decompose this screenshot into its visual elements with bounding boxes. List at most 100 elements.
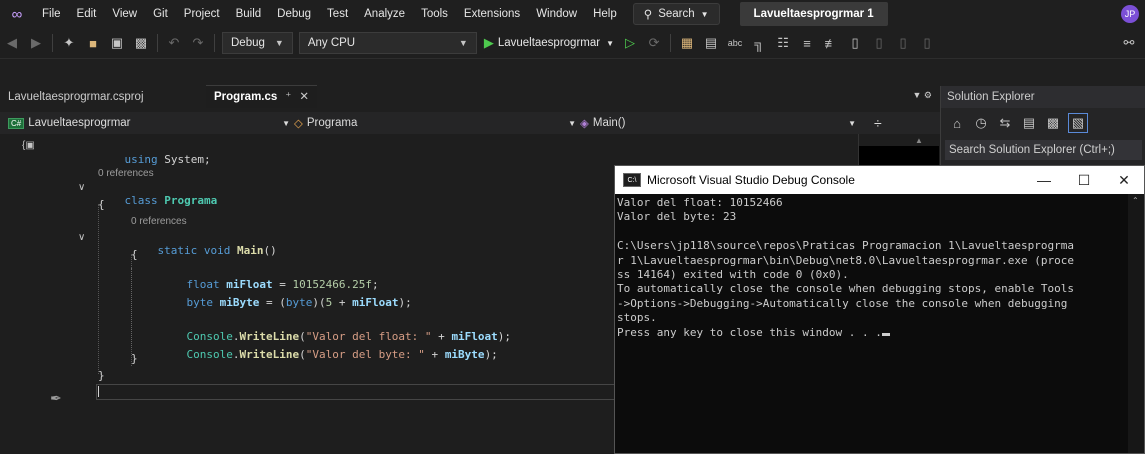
codelens-references[interactable]: 0 references xyxy=(98,168,154,179)
run-target-label: Lavueltaesprogrmar xyxy=(497,37,601,49)
close-button[interactable]: ✕ xyxy=(1104,166,1144,194)
close-icon[interactable]: ✕ xyxy=(299,86,309,108)
code-line-writeline-byte: Console.WriteLine("Valor del byte: " + m… xyxy=(160,335,498,374)
bookmark-icon[interactable]: ▯ xyxy=(846,34,864,52)
menu-analyze[interactable]: Analyze xyxy=(356,0,413,28)
next-bookmark-icon[interactable]: ▯ xyxy=(894,34,912,52)
collapse-chevron-icon[interactable]: ∨ xyxy=(78,182,85,193)
menu-edit[interactable]: Edit xyxy=(69,0,105,28)
console-title-bar[interactable]: C:\ Microsoft Visual Studio Debug Consol… xyxy=(615,166,1144,194)
pin-icon[interactable]: ⁺ xyxy=(285,86,291,108)
platform-dropdown[interactable]: Any CPU ▼ xyxy=(298,32,477,54)
console-title: Microsoft Visual Studio Debug Console xyxy=(647,173,855,187)
chevron-down-icon: ▼ xyxy=(848,118,856,128)
toolbar-separator xyxy=(157,34,158,52)
home-icon[interactable]: ⌂ xyxy=(948,114,966,132)
tab-label: Lavueltaesprogrmar.csproj xyxy=(8,91,144,103)
scroll-up-icon[interactable]: ▲ xyxy=(915,136,923,145)
scroll-thumb[interactable] xyxy=(859,146,939,166)
collapse-chevron-icon[interactable]: ∨ xyxy=(78,232,85,243)
menu-file[interactable]: File xyxy=(34,0,69,28)
avatar[interactable]: JP xyxy=(1121,5,1139,23)
history-icon[interactable]: ◷ xyxy=(972,114,990,132)
save-all-icon[interactable]: ▩ xyxy=(132,34,150,52)
window-layout-icon[interactable]: ▤ xyxy=(702,34,720,52)
codelens-references[interactable]: 0 references xyxy=(131,216,187,227)
menu-extensions[interactable]: Extensions xyxy=(456,0,528,28)
split-editor-icon[interactable]: ÷ xyxy=(874,115,882,131)
maximize-button[interactable]: ☐ xyxy=(1064,166,1104,194)
new-item-icon[interactable]: ✦ xyxy=(60,34,78,52)
start-debugging-button[interactable]: ▶ Lavueltaesprogrmar ▼ xyxy=(484,35,614,51)
play-icon: ▶ xyxy=(483,35,494,50)
code-line-brace: } xyxy=(98,369,105,382)
menu-tools[interactable]: Tools xyxy=(413,0,456,28)
namespace: System; xyxy=(164,153,211,166)
show-all-files-icon[interactable]: ▩ xyxy=(1044,114,1062,132)
console-scrollbar[interactable]: ⌃ xyxy=(1128,194,1144,453)
back-icon[interactable]: ◀ xyxy=(3,34,21,52)
search-button[interactable]: ⚲ Search ▼ xyxy=(632,3,720,25)
save-icon[interactable]: ▣ xyxy=(108,34,126,52)
solution-explorer-search-input[interactable]: Search Solution Explorer (Ctrl+;) xyxy=(945,140,1142,160)
project-name: Lavueltaesprogrmar xyxy=(28,117,131,129)
chevron-down-icon: ▼ xyxy=(458,38,468,48)
view-toggle-icon[interactable]: ▧ xyxy=(1068,113,1088,133)
menu-window[interactable]: Window xyxy=(528,0,585,28)
solution-explorer-title: Solution Explorer xyxy=(941,86,1145,108)
menu-project[interactable]: Project xyxy=(176,0,228,28)
undo-icon[interactable]: ↶ xyxy=(165,34,183,52)
console-line: ->Options->Debugging->Automatically clos… xyxy=(617,296,1068,310)
console-line-prompt: Press any key to close this window . . . xyxy=(617,326,1130,340)
code-line-class: class Programa xyxy=(98,181,218,220)
debug-console-window[interactable]: C:\ Microsoft Visual Studio Debug Consol… xyxy=(614,165,1145,454)
outdent-icon[interactable]: ≢ xyxy=(822,34,840,52)
redo-icon[interactable]: ↷ xyxy=(189,34,207,52)
quick-actions-icon[interactable]: {▣ xyxy=(22,140,35,151)
sync-icon[interactable]: ⇆ xyxy=(996,114,1014,132)
class-view-icon[interactable]: ☷ xyxy=(774,34,792,52)
menu-view[interactable]: View xyxy=(104,0,145,28)
console-line: r 1\Lavueltaesprogrmar\bin\Debug\net8.0\… xyxy=(617,253,1074,267)
hierarchy-icon[interactable]: ╗ xyxy=(750,34,768,52)
menu-test[interactable]: Test xyxy=(319,0,356,28)
configuration-dropdown[interactable]: Debug ▼ xyxy=(222,32,293,54)
tab-csproj[interactable]: Lavueltaesprogrmar.csproj xyxy=(0,86,206,108)
solution-config-icon[interactable]: ▦ xyxy=(678,34,696,52)
toolbar-separator xyxy=(214,34,215,52)
menu-git[interactable]: Git xyxy=(145,0,176,28)
chevron-down-icon: ▼ xyxy=(274,38,284,48)
collapse-all-icon[interactable]: ▤ xyxy=(1020,114,1038,132)
forward-icon[interactable]: ▶ xyxy=(27,34,45,52)
indent-icon[interactable]: ≡ xyxy=(798,34,816,52)
minimize-button[interactable]: — xyxy=(1024,166,1064,194)
menu-debug[interactable]: Debug xyxy=(269,0,319,28)
scroll-up-icon[interactable]: ⌃ xyxy=(1132,196,1139,205)
method-icon: ◈ xyxy=(580,118,589,130)
punctuation: + xyxy=(424,348,445,361)
hot-reload-icon[interactable]: ⟳ xyxy=(645,34,663,52)
visual-studio-logo-icon: ∞ xyxy=(11,5,23,23)
paint-brush-icon[interactable]: ✒ xyxy=(50,390,62,407)
share-icon[interactable]: ⚯ xyxy=(1120,34,1138,52)
console-output[interactable]: Valor del float: 10152466 Valor del byte:… xyxy=(615,194,1130,340)
menu-help[interactable]: Help xyxy=(585,0,625,28)
spell-check-icon[interactable]: abc xyxy=(726,34,744,52)
console-line: Press any key to close this window . . . xyxy=(617,325,882,339)
punctuation: )( xyxy=(312,296,326,309)
clear-bookmarks-icon[interactable]: ▯ xyxy=(918,34,936,52)
tab-overflow-dropdown[interactable]: ▼ ⚙ xyxy=(913,90,932,101)
project-dropdown[interactable]: C# Lavueltaesprogrmar ▼ xyxy=(0,112,290,134)
tab-program-cs[interactable]: Program.cs ⁺ ✕ xyxy=(206,85,317,108)
solution-name-badge[interactable]: Lavueltaesprogrmar 1 xyxy=(739,2,888,26)
class-dropdown[interactable]: ◇ Programa ▼ xyxy=(290,112,576,134)
method-name: Main xyxy=(236,244,264,257)
start-without-debugging-icon[interactable]: ▷ xyxy=(621,34,639,52)
keyword: byte xyxy=(186,296,214,309)
open-folder-icon[interactable]: ■ xyxy=(84,34,102,52)
variable: miFloat xyxy=(352,296,399,309)
console-line: C:\Users\jp118\source\repos\Praticas Pro… xyxy=(617,239,1074,253)
member-dropdown[interactable]: ◈ Main() ▼ xyxy=(576,112,856,134)
menu-build[interactable]: Build xyxy=(228,0,270,28)
prev-bookmark-icon[interactable]: ▯ xyxy=(870,34,888,52)
